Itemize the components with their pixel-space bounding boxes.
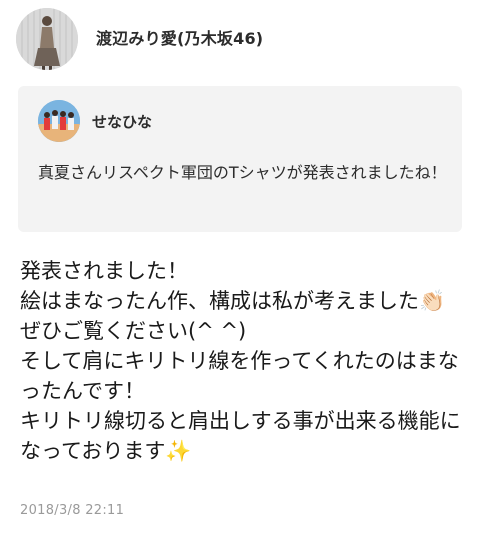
author-name[interactable]: 渡辺みり愛(乃木坂46) [96,25,263,49]
quoted-author-avatar[interactable] [38,100,80,142]
quoted-post-header: せなひな [38,100,152,142]
post-timestamp: 2018/3/8 22:11 [20,503,125,518]
quoted-post[interactable]: せなひな 真夏さんリスペクト軍団のTシャツが発表されましたね！ [18,86,462,232]
quoted-post-text: 真夏さんリスペクト軍団のTシャツが発表されましたね！ [38,163,447,182]
post-header: 渡辺みり愛(乃木坂46) [16,6,263,72]
quoted-author-name[interactable]: せなひな [92,111,152,132]
author-photo-icon [16,8,78,70]
group-photo-icon [38,100,80,142]
author-avatar[interactable] [16,8,78,70]
post-body-text: 発表されました！ 絵はまなったん作、構成は私が考えました👏🏻ぜひご覧ください(^… [20,259,461,463]
